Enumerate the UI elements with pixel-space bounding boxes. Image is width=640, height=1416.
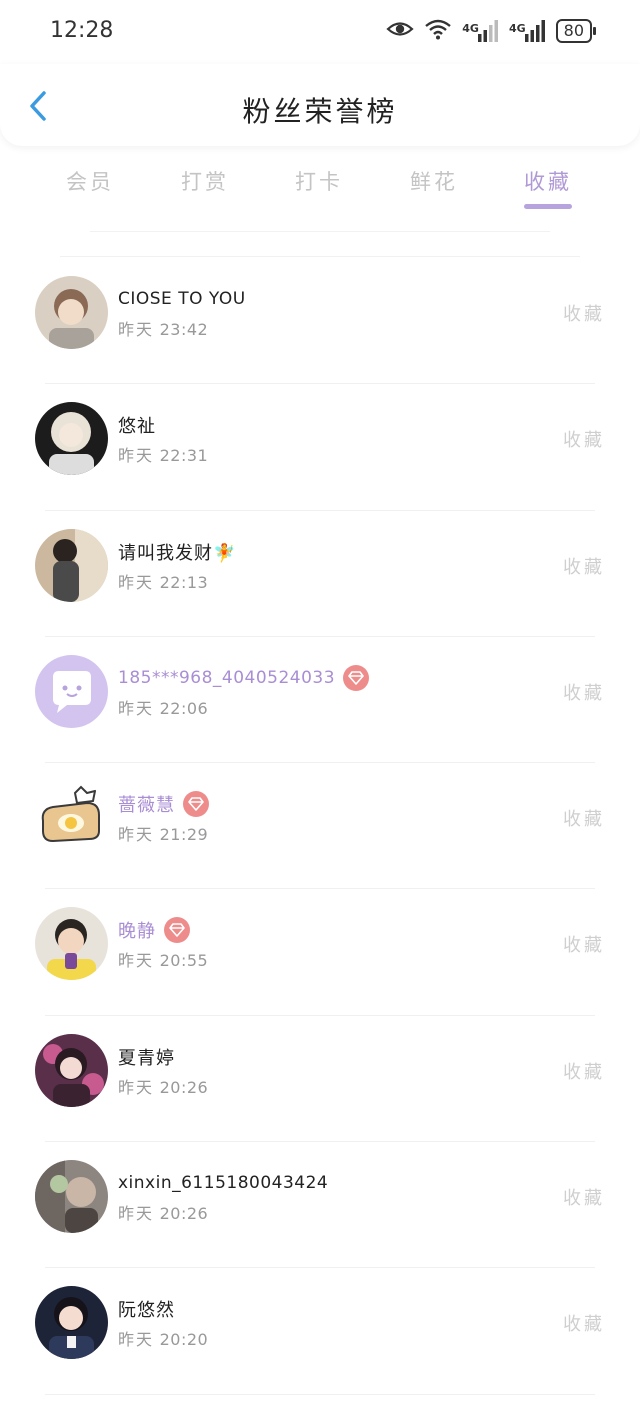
user-name: 阮悠然 bbox=[118, 1300, 175, 1322]
timestamp: 昨天 20:20 bbox=[118, 1330, 209, 1350]
user-name: 晚静 bbox=[118, 921, 156, 943]
tab-bar: 会员 打赏 打卡 鲜花 收藏 bbox=[0, 160, 640, 220]
signal-icon-1: 4G bbox=[462, 20, 499, 42]
timestamp: 昨天 20:26 bbox=[118, 1204, 209, 1224]
list-item[interactable]: CIOSE TO YOU 昨天 23:42 收藏 bbox=[0, 258, 640, 385]
favorite-label: 收藏 bbox=[563, 430, 605, 452]
app-header: 粉丝荣誉榜 bbox=[0, 64, 640, 146]
favorite-label: 收藏 bbox=[563, 682, 605, 704]
divider bbox=[60, 256, 580, 257]
status-time: 12:28 bbox=[50, 18, 114, 43]
avatar[interactable] bbox=[35, 907, 108, 981]
status-icons: 4G 4G 80 bbox=[386, 18, 597, 44]
diamond-icon bbox=[183, 791, 209, 818]
list-item[interactable]: 晚静 昨天 20:55 收藏 bbox=[0, 889, 640, 1017]
divider bbox=[90, 231, 550, 232]
user-name: 悠祉 bbox=[118, 416, 156, 438]
avatar[interactable] bbox=[35, 528, 108, 602]
tab-membership[interactable]: 会员 bbox=[40, 166, 140, 196]
favorite-label: 收藏 bbox=[563, 556, 605, 578]
favorite-label: 收藏 bbox=[563, 809, 605, 831]
avatar[interactable] bbox=[35, 1286, 108, 1360]
diamond-icon bbox=[343, 664, 370, 691]
list-item[interactable]: xinxin_6115180043424 昨天 20:26 收藏 bbox=[0, 1142, 640, 1269]
avatar[interactable] bbox=[35, 781, 108, 855]
diamond-icon bbox=[164, 917, 190, 944]
timestamp: 昨天 21:29 bbox=[118, 825, 209, 845]
list-item[interactable]: 185***968_4040524033 昨天 22:06 收藏 bbox=[0, 637, 640, 764]
page-title: 粉丝荣誉榜 bbox=[242, 95, 398, 128]
user-name: xinxin_6115180043424 bbox=[118, 1173, 329, 1194]
avatar[interactable] bbox=[35, 1160, 108, 1234]
avatar[interactable] bbox=[35, 402, 108, 476]
favorite-label: 收藏 bbox=[563, 1188, 605, 1210]
tab-checkin[interactable]: 打卡 bbox=[269, 166, 369, 196]
user-name: CIOSE TO YOU bbox=[118, 289, 246, 309]
tab-favorites[interactable]: 收藏 bbox=[498, 166, 598, 196]
tab-rewards[interactable]: 打赏 bbox=[155, 166, 255, 196]
timestamp: 昨天 20:55 bbox=[118, 951, 209, 971]
timestamp: 昨天 20:26 bbox=[118, 1077, 209, 1097]
list-item[interactable]: 请叫我发财🧚 昨天 22:13 收藏 bbox=[0, 511, 640, 638]
list-item[interactable]: 蔷薇慧 昨天 21:29 收藏 bbox=[0, 763, 640, 890]
list-item[interactable]: 阮悠然 昨天 20:20 收藏 bbox=[0, 1268, 640, 1395]
timestamp: 昨天 22:06 bbox=[118, 698, 209, 718]
fan-list: CIOSE TO YOU 昨天 23:42 收藏 悠祉 昨天 22:31 收藏 … bbox=[0, 258, 640, 1395]
battery-indicator: 80 bbox=[555, 19, 597, 43]
user-name: 185***968_4040524033 bbox=[118, 667, 336, 688]
avatar[interactable] bbox=[35, 654, 108, 728]
list-item[interactable]: 悠祉 昨天 22:31 收藏 bbox=[0, 384, 640, 511]
favorite-label: 收藏 bbox=[563, 304, 605, 325]
user-name: 蔷薇慧 bbox=[118, 795, 175, 817]
user-name: 请叫我发财🧚 bbox=[118, 542, 237, 564]
network-type-2: 4G bbox=[508, 22, 526, 35]
list-item[interactable]: 夏青婷 昨天 20:26 收藏 bbox=[0, 1016, 640, 1143]
avatar[interactable] bbox=[35, 276, 108, 349]
active-tab-indicator bbox=[524, 204, 572, 209]
status-bar: 12:28 4G 4G 80 bbox=[0, 0, 640, 64]
favorite-label: 收藏 bbox=[563, 935, 605, 957]
favorite-label: 收藏 bbox=[563, 1061, 605, 1083]
wifi-icon bbox=[424, 18, 452, 44]
timestamp: 昨天 23:42 bbox=[118, 320, 209, 339]
tab-flowers[interactable]: 鲜花 bbox=[384, 166, 484, 196]
eye-icon bbox=[386, 18, 414, 44]
timestamp: 昨天 22:13 bbox=[118, 572, 209, 592]
user-name: 夏青婷 bbox=[118, 1047, 175, 1069]
network-type-1: 4G bbox=[462, 22, 479, 35]
favorite-label: 收藏 bbox=[563, 1314, 605, 1336]
timestamp: 昨天 22:31 bbox=[118, 446, 209, 466]
signal-icon-2: 4G bbox=[509, 20, 546, 42]
avatar[interactable] bbox=[35, 1033, 108, 1107]
chat-bubble-icon bbox=[35, 654, 108, 728]
